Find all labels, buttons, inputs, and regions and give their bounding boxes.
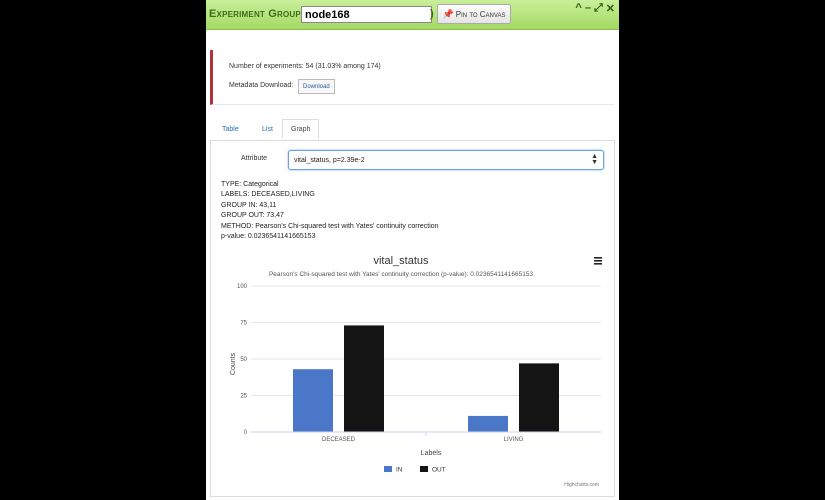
node-name-input[interactable] [301, 6, 432, 23]
tab-graph[interactable]: Graph [282, 119, 320, 139]
stats-labels: LABELS: DECEASED,LIVING [221, 191, 315, 199]
bar-in-deceased [293, 369, 333, 432]
pin-to-canvas-label: Pin to Canvas [455, 9, 506, 19]
attribute-stats: TYPE: Categorical LABELS: DECEASED,LIVIN… [221, 180, 439, 242]
vital-status-chart: vital_status Pearson's Chi-squared test … [230, 255, 602, 488]
maximize-icon[interactable]: ⤢ [594, 2, 603, 15]
dialog-title: Experiment Group ( [209, 8, 309, 20]
chart-menu-button[interactable] [594, 257, 602, 265]
x-tick-label: DECEASED [322, 437, 356, 443]
hamburger-icon-line-1 [594, 257, 602, 259]
view-tabs: Table List Graph [210, 116, 615, 141]
legend-swatch-out [420, 466, 428, 472]
x-tick-label: LIVING [504, 437, 524, 443]
bar-out-deceased [344, 325, 384, 432]
hamburger-icon-line-2 [594, 260, 602, 262]
dialog-titlebar[interactable]: Experiment Group ( ) 📌 Pin to Canvas ^ –… [206, 0, 619, 30]
collapse-icon[interactable]: ^ [575, 2, 581, 15]
pin-to-canvas-button[interactable]: 📌 Pin to Canvas [437, 4, 511, 24]
stats-group-out: GROUP OUT: 73,47 [221, 212, 284, 220]
dialog-title-suffix: ) [430, 8, 434, 20]
hamburger-icon-line-3 [594, 263, 602, 265]
attribute-selected-value: vital_status, p=2.39e-2 [294, 156, 365, 164]
y-tick-label: 75 [240, 321, 247, 327]
minimize-icon[interactable]: – [585, 2, 591, 15]
window-controls: ^ – ⤢ ✕ [575, 2, 615, 15]
pin-icon: 📌 [442, 8, 454, 19]
legend-label-in: IN [396, 467, 403, 474]
graph-panel: Attribute vital_status, p=2.39e-2 ▲ ▼ TYP… [210, 140, 615, 497]
stats-type: TYPE: Categorical [221, 181, 279, 188]
attribute-label: Attribute [241, 155, 268, 162]
download-button[interactable]: Download [298, 79, 335, 94]
chart-subtitle: Pearson's Chi-squared test with Yates' c… [269, 271, 533, 278]
x-axis-label: Labels [421, 450, 442, 457]
legend-swatch-in [384, 466, 392, 472]
metadata-download-label: Metadata Download: [229, 82, 294, 89]
chart-credits[interactable]: Highcharts.com [564, 482, 599, 488]
bar-in-living [468, 415, 508, 432]
stats-group-in: GROUP IN: 43,11 [221, 201, 277, 209]
experiment-count-text: Number of experiments: 54 (31.03% among … [229, 63, 381, 70]
y-axis-label: Counts [230, 352, 237, 375]
bar-out-living [519, 363, 559, 432]
experiment-group-dialog: Experiment Group ( ) 📌 Pin to Canvas ^ –… [206, 0, 619, 500]
tab-table[interactable]: Table [214, 119, 247, 139]
experiment-info-panel: Number of experiments: 54 (31.03% among … [210, 50, 614, 105]
y-tick-label: 50 [240, 357, 247, 363]
stats-method: METHOD: Pearson's Chi-squared test with … [221, 222, 439, 230]
y-tick-label: 100 [237, 284, 248, 290]
close-icon[interactable]: ✕ [606, 2, 615, 15]
y-tick-label: 0 [244, 430, 248, 436]
stats-pvalue: p-value: 0.0236541141665153 [221, 233, 316, 241]
chart-title: vital_status [373, 255, 429, 267]
select-arrows-icon: ▲ ▼ [591, 153, 598, 166]
y-tick-label: 25 [240, 394, 247, 400]
tab-list[interactable]: List [254, 119, 281, 139]
attribute-select[interactable]: vital_status, p=2.39e-2 ▲ ▼ [288, 150, 604, 170]
legend-label-out: OUT [432, 467, 446, 474]
